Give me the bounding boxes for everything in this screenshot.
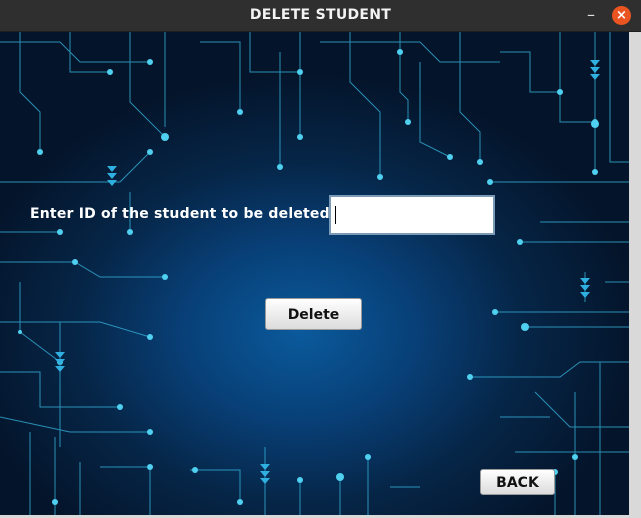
circuit-background	[0, 32, 629, 518]
back-button[interactable]: BACK	[480, 469, 555, 495]
close-icon[interactable]: ×	[612, 6, 631, 25]
title-bar: DELETE STUDENT – ×	[0, 0, 641, 32]
minimize-icon[interactable]: –	[582, 7, 600, 25]
student-id-prompt-label: Enter ID of the student to be deleted:	[30, 206, 336, 222]
delete-student-window: DELETE STUDENT – × Enter ID of the stude…	[0, 0, 641, 518]
content-panel: Enter ID of the student to be deleted: D…	[0, 32, 629, 518]
window-right-border	[629, 32, 641, 518]
student-id-input[interactable]	[329, 195, 495, 235]
text-caret	[335, 206, 336, 224]
delete-button[interactable]: Delete	[265, 298, 362, 330]
window-title: DELETE STUDENT	[249, 7, 392, 23]
